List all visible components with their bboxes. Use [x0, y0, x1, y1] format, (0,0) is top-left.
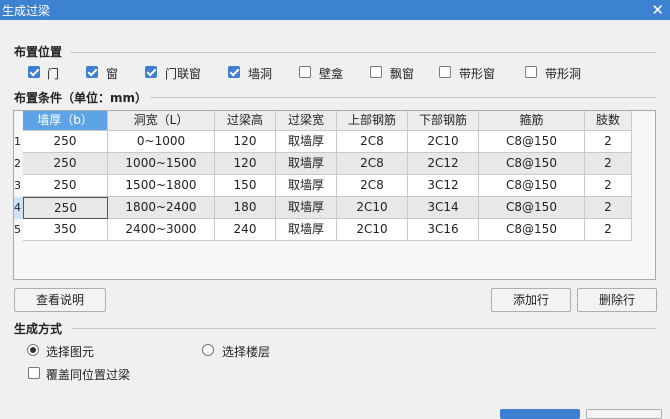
- table-cell[interactable]: 2C8: [337, 175, 408, 197]
- table-header-cell[interactable]: 箍筋: [479, 111, 585, 131]
- conditions-table[interactable]: 墙厚（b） 洞宽（L） 过梁高 过梁宽 上部钢筋 下部钢筋 箍筋 肢数 1 250 0~1000 12…: [13, 110, 656, 280]
- table-cell[interactable]: 2: [585, 219, 632, 241]
- table-cell[interactable]: 240: [215, 219, 276, 241]
- table-cell[interactable]: 2: [585, 131, 632, 153]
- table-cell[interactable]: 150: [215, 175, 276, 197]
- table-cell[interactable]: 取墙厚: [276, 197, 337, 219]
- table-header-cell[interactable]: 墙厚（b）: [23, 111, 108, 131]
- placement-checkbox-1[interactable]: [86, 66, 98, 78]
- table-cell[interactable]: 350: [23, 219, 108, 241]
- placement-checkbox-label: 墙洞: [248, 67, 273, 81]
- table-cell[interactable]: 2400~3000: [108, 219, 215, 241]
- table-cell[interactable]: 250: [23, 153, 108, 175]
- table-cell[interactable]: 1800~2400: [108, 197, 215, 219]
- table-cell[interactable]: 1500~1800: [108, 175, 215, 197]
- delete-row-button[interactable]: 删除行: [577, 288, 657, 312]
- table-cell[interactable]: 3C12: [408, 175, 479, 197]
- table-cell[interactable]: 120: [215, 131, 276, 153]
- table-cell[interactable]: C8@150: [479, 175, 585, 197]
- table-cell[interactable]: 3C14: [408, 197, 479, 219]
- row-number[interactable]: 4: [14, 197, 23, 219]
- table-cell[interactable]: 2: [585, 175, 632, 197]
- overwrite-checkbox[interactable]: [28, 367, 40, 379]
- close-icon[interactable]: ✕: [651, 0, 664, 20]
- table-header-cell[interactable]: 过梁高: [215, 111, 276, 131]
- radio-select-element[interactable]: [27, 344, 39, 356]
- title-bar: 生成过梁 ✕: [0, 0, 670, 20]
- placement-checkbox-0[interactable]: [28, 66, 40, 78]
- add-row-button[interactable]: 添加行: [491, 288, 571, 312]
- placement-checkbox-2[interactable]: [145, 66, 157, 78]
- placement-checkbox-7[interactable]: [525, 66, 537, 78]
- generate-section-label: 生成方式: [14, 322, 63, 336]
- ok-button[interactable]: [500, 409, 580, 419]
- table-header-cell[interactable]: 过梁宽: [276, 111, 337, 131]
- table-cell[interactable]: 2C12: [408, 153, 479, 175]
- conditions-divider: [150, 97, 656, 98]
- placement-divider: [70, 52, 656, 53]
- placement-section-label: 布置位置: [14, 45, 63, 59]
- conditions-section-label: 布置条件（单位：mm）: [14, 91, 148, 105]
- cancel-button[interactable]: [586, 409, 662, 419]
- table-cell[interactable]: C8@150: [479, 197, 585, 219]
- table-cell[interactable]: 2C8: [337, 153, 408, 175]
- table-cell[interactable]: 2C10: [337, 219, 408, 241]
- view-help-button[interactable]: 查看说明: [14, 288, 106, 312]
- placement-checkbox-5[interactable]: [370, 66, 382, 78]
- table-cell[interactable]: 2C8: [337, 131, 408, 153]
- placement-checkbox-label: 带形窗: [459, 67, 496, 81]
- table-cell[interactable]: 250: [23, 197, 108, 219]
- radio-select-floor[interactable]: [202, 344, 214, 356]
- overwrite-label: 覆盖同位置过梁: [46, 368, 131, 382]
- table-cell[interactable]: 0~1000: [108, 131, 215, 153]
- generate-divider: [72, 328, 656, 329]
- table-header-cell[interactable]: 肢数: [585, 111, 632, 131]
- table-cell[interactable]: 2: [585, 153, 632, 175]
- row-number[interactable]: 5: [14, 219, 23, 241]
- table-cell[interactable]: 1000~1500: [108, 153, 215, 175]
- row-number[interactable]: 1: [14, 131, 23, 153]
- row-number[interactable]: 2: [14, 153, 23, 175]
- table-cell[interactable]: 250: [23, 175, 108, 197]
- table-cell[interactable]: 180: [215, 197, 276, 219]
- placement-checkbox-label: 带形洞: [545, 67, 582, 81]
- table-cell[interactable]: C8@150: [479, 219, 585, 241]
- table-header-cell[interactable]: 上部钢筋: [337, 111, 408, 131]
- table-cell[interactable]: 2: [585, 197, 632, 219]
- placement-checkbox-label: 门: [47, 67, 60, 81]
- radio-select-element-label: 选择图元: [46, 345, 95, 359]
- table-header-cell[interactable]: 下部钢筋: [408, 111, 479, 131]
- table-cell[interactable]: 取墙厚: [276, 219, 337, 241]
- table-cell[interactable]: 取墙厚: [276, 175, 337, 197]
- table-cell[interactable]: C8@150: [479, 153, 585, 175]
- table-cell[interactable]: 2C10: [337, 197, 408, 219]
- placement-checkbox-label: 飘窗: [390, 67, 415, 81]
- placement-checkbox-3[interactable]: [228, 66, 240, 78]
- table-header-cell[interactable]: 洞宽（L）: [108, 111, 215, 131]
- table-cell[interactable]: C8@150: [479, 131, 585, 153]
- window-title: 生成过梁: [2, 4, 51, 18]
- table-cell[interactable]: 120: [215, 153, 276, 175]
- table-cell[interactable]: 250: [23, 131, 108, 153]
- table-cell[interactable]: 取墙厚: [276, 153, 337, 175]
- row-number[interactable]: 3: [14, 175, 23, 197]
- placement-checkbox-label: 门联窗: [165, 67, 202, 81]
- placement-checkbox-4[interactable]: [299, 66, 311, 78]
- placement-checkbox-label: 窗: [106, 67, 119, 81]
- placement-checkbox-6[interactable]: [439, 66, 451, 78]
- table-cell[interactable]: 2C10: [408, 131, 479, 153]
- placement-checkbox-label: 壁龛: [319, 67, 344, 81]
- radio-select-floor-label: 选择楼层: [222, 345, 271, 359]
- table-cell[interactable]: 取墙厚: [276, 131, 337, 153]
- table-cell[interactable]: 3C16: [408, 219, 479, 241]
